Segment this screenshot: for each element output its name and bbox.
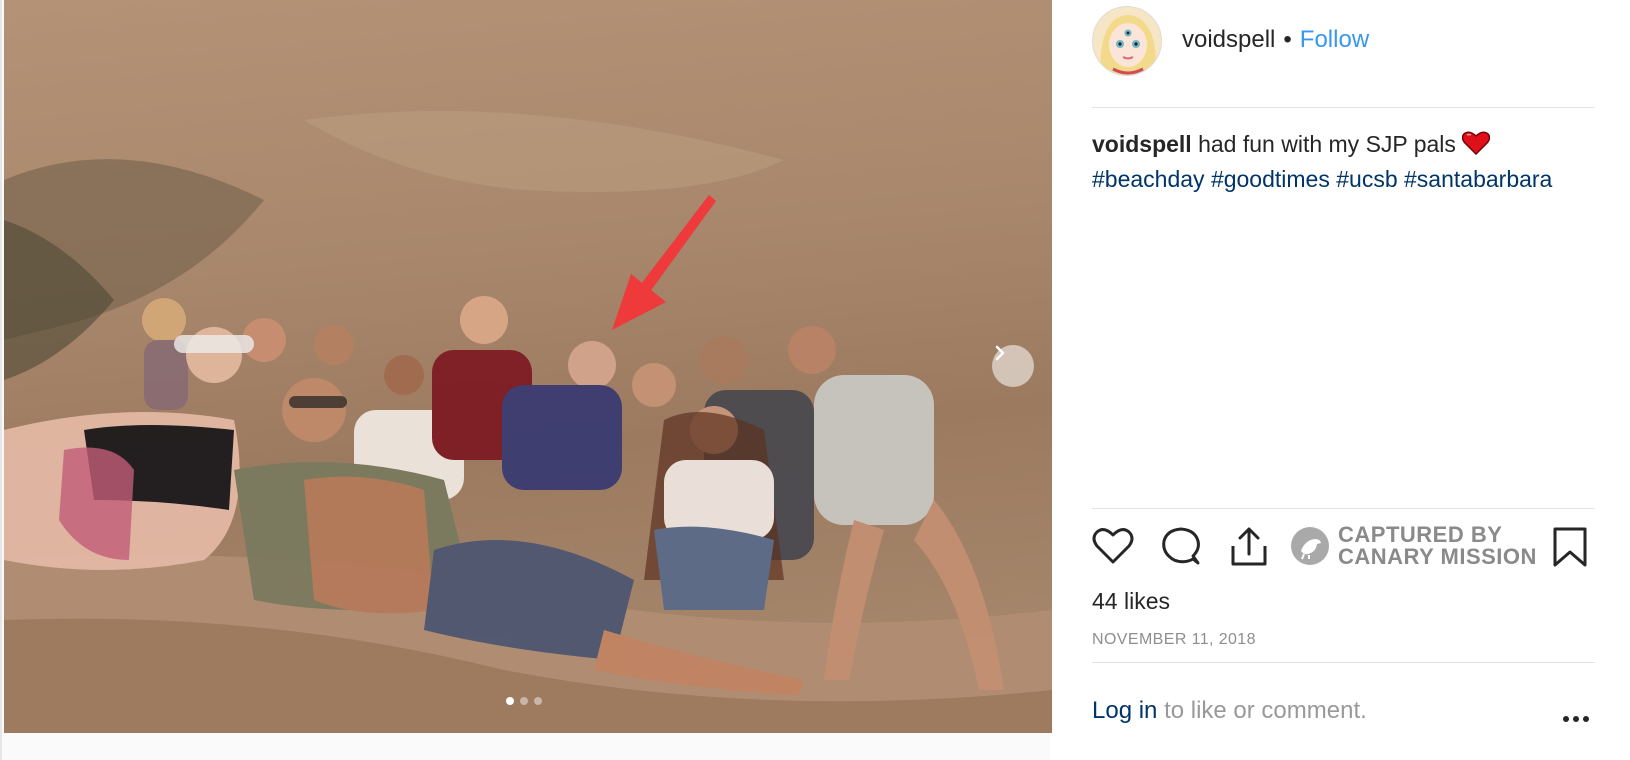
post-side-panel: voidspell • Follow voidspell had fun wit… [1092, 0, 1595, 760]
stamp-line-2: CANARY MISSION [1338, 544, 1537, 569]
carousel-dot-active [506, 697, 514, 705]
action-bar: CAPTURED BY CANARY MISSION [1092, 520, 1595, 576]
comment-icon[interactable] [1160, 526, 1202, 571]
group-beach-photo[interactable] [4, 0, 1052, 733]
carousel-dot [520, 697, 528, 705]
hashtag-link[interactable]: #santabarbara [1404, 166, 1552, 192]
follow-button[interactable]: Follow [1300, 26, 1369, 54]
likes-count[interactable]: 44 likes [1092, 588, 1170, 615]
avatar-illustration [1093, 7, 1161, 75]
red-heart-emoji-icon [1461, 131, 1491, 163]
more-options-icon[interactable] [1562, 710, 1590, 728]
share-icon[interactable] [1228, 526, 1270, 573]
avatar[interactable] [1092, 6, 1162, 76]
header-username[interactable]: voidspell [1182, 26, 1275, 54]
hashtag-list: #beachday #goodtimes #ucsb #santabarbara [1092, 166, 1552, 192]
red-arrow [612, 195, 716, 330]
carousel-dot [534, 697, 542, 705]
separator-dot: • [1283, 26, 1292, 53]
carousel-indicator [506, 697, 542, 705]
post-media [0, 0, 1052, 760]
login-prompt: Log in to like or comment. [1092, 697, 1367, 725]
next-photo-button[interactable] [992, 345, 1034, 387]
post-header: voidspell • Follow [1092, 0, 1595, 108]
post-caption: voidspell had fun with my SJP pals #beac… [1092, 128, 1595, 195]
login-prompt-text: to like or comment. [1164, 697, 1367, 724]
hashtag-link[interactable]: #ucsb [1336, 166, 1397, 192]
caption-username[interactable]: voidspell [1092, 131, 1192, 157]
login-link[interactable]: Log in [1092, 697, 1157, 724]
caption-text: had fun with my SJP pals [1198, 131, 1456, 157]
canary-mission-stamp: CAPTURED BY CANARY MISSION [1290, 524, 1537, 568]
heart-icon[interactable] [1092, 526, 1134, 571]
post-date: NOVEMBER 11, 2018 [1092, 631, 1256, 648]
divider [1092, 508, 1595, 509]
hashtag-link[interactable]: #goodtimes [1211, 166, 1330, 192]
hashtag-link[interactable]: #beachday [1092, 166, 1205, 192]
canary-bird-icon [1291, 527, 1329, 565]
stamp-line-1: CAPTURED BY [1338, 522, 1503, 547]
divider [1092, 662, 1595, 663]
chevron-right-icon [995, 345, 1005, 361]
bookmark-icon[interactable] [1552, 526, 1588, 573]
photo-illustration [4, 111, 1052, 733]
